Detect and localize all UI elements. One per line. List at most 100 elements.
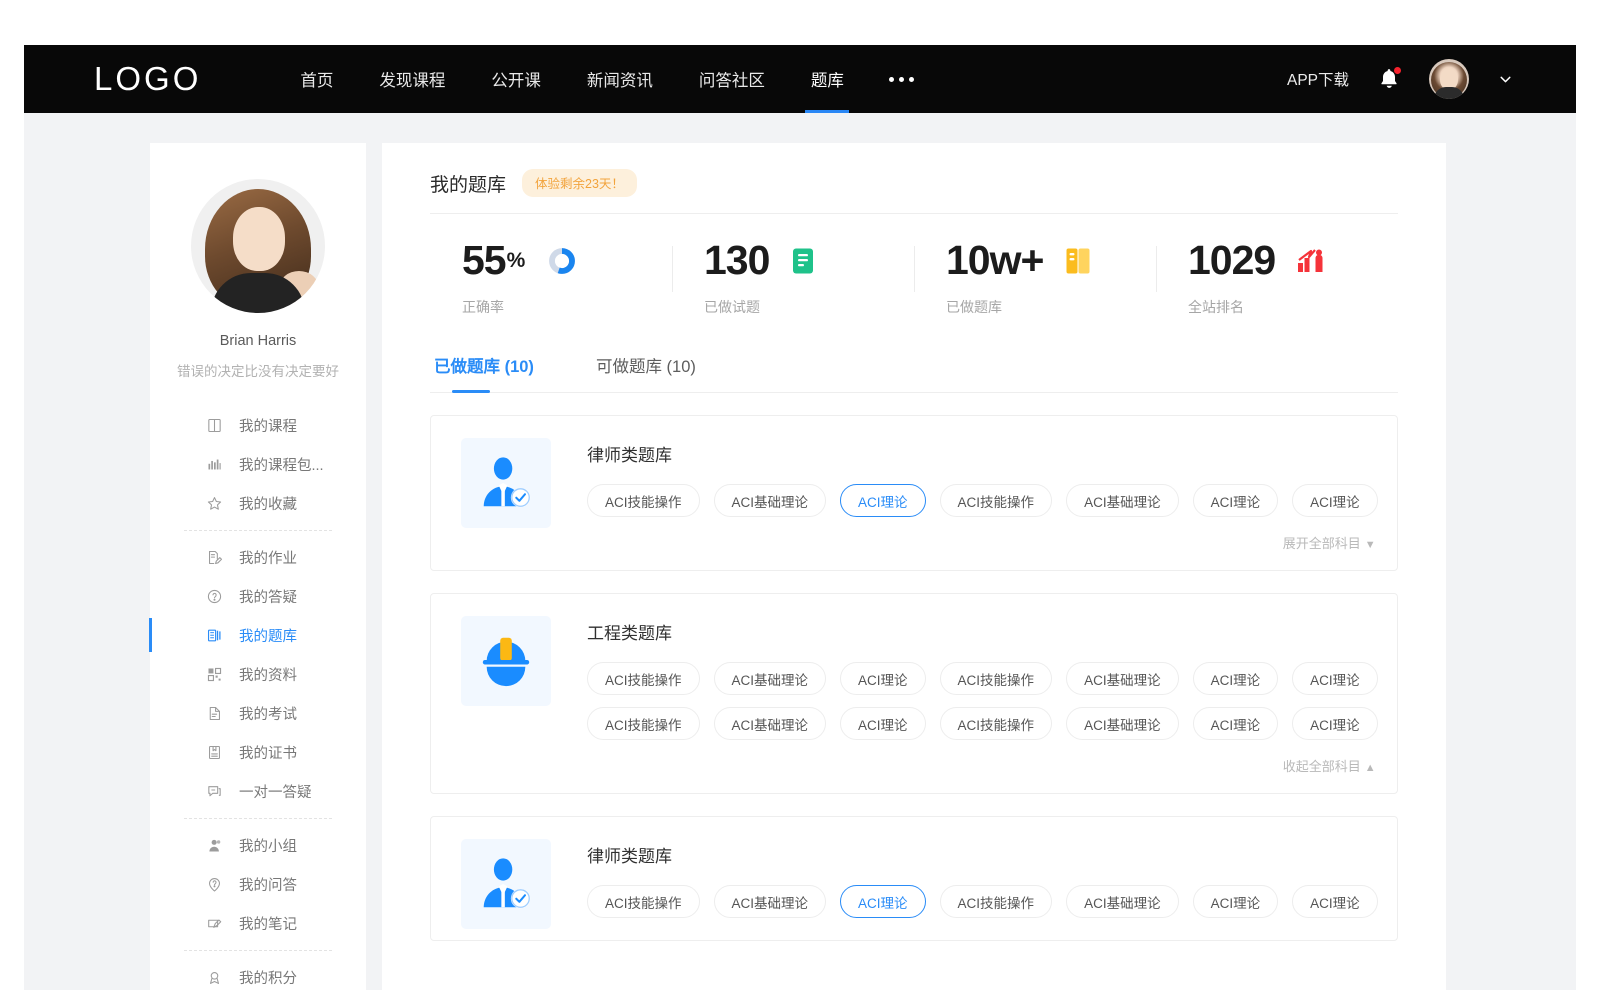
tab-1[interactable]: 已做题库 (10) — [430, 353, 538, 392]
nav-link-1[interactable]: 首页 — [277, 45, 356, 113]
subject-tag[interactable]: ACI技能操作 — [587, 885, 700, 918]
donut-progress-icon — [547, 246, 577, 276]
sidebar-item-7[interactable]: 我的资料 — [150, 655, 366, 694]
tab-2[interactable]: 可做题库 (10) — [592, 353, 700, 392]
nav-link-4[interactable]: 新闻资讯 — [564, 45, 676, 113]
subject-tag[interactable]: ACI理论 — [1292, 707, 1378, 740]
subject-tag-rows: ACI技能操作 ACI基础理论 ACI理论 ACI技能操作 ACI基础理论 ACI理论 AC… — [587, 484, 1378, 517]
expand-subjects-label: 收起全部科目 — [1283, 759, 1361, 774]
star-icon — [206, 495, 223, 512]
sidebar-profile: Brian Harris 错误的决定比没有决定要好 — [150, 179, 366, 380]
subject-tag[interactable]: ACI理论 — [1193, 885, 1279, 918]
subject-tag[interactable]: ACI技能操作 — [587, 662, 700, 695]
subject-tag[interactable]: ACI技能操作 — [940, 707, 1053, 740]
nav-link-5[interactable]: 问答社区 — [676, 45, 788, 113]
stat-label: 已做题库 — [946, 297, 1156, 317]
subject-tag[interactable]: ACI理论 — [1292, 662, 1378, 695]
book-icon — [206, 417, 223, 434]
stat-label: 正确率 — [462, 297, 672, 317]
subject-tag[interactable]: ACI理论 — [840, 707, 926, 740]
avatar-body — [1434, 87, 1464, 99]
profile-avatar[interactable] — [191, 179, 325, 313]
site-logo[interactable]: LOGO — [94, 60, 201, 98]
qr-grid-icon — [206, 666, 223, 683]
expand-subjects-toggle[interactable]: 收起全部科目 ▲ — [587, 752, 1378, 783]
sidebar-item-label: 我的答疑 — [239, 586, 297, 607]
sidebar-item-label: 我的收藏 — [239, 493, 297, 514]
question-bank-title: 工程类题库 — [587, 619, 1378, 644]
sidebar-item-9[interactable]: 我的证书 — [150, 733, 366, 772]
sidebar-item-14[interactable]: 我的积分 — [150, 958, 366, 990]
subject-tag[interactable]: ACI技能操作 — [940, 484, 1053, 517]
sidebar-item-3[interactable]: 我的收藏 — [150, 484, 366, 523]
subject-tag[interactable]: ACI基础理论 — [1066, 484, 1179, 517]
sidebar-item-8[interactable]: 我的考试 — [150, 694, 366, 733]
expand-subjects-toggle[interactable]: 展开全部科目▼ — [587, 529, 1378, 560]
sidebar-item-label: 我的证书 — [239, 742, 297, 763]
note-pencil-icon — [206, 915, 223, 932]
sidebar-item-2[interactable]: 我的课程包... — [150, 445, 366, 484]
avatar[interactable] — [1429, 59, 1469, 99]
subject-tag[interactable]: ACI基础理论 — [1066, 885, 1179, 918]
app-download-link[interactable]: APP下载 — [1287, 68, 1349, 90]
subject-tag[interactable]: ACI基础理论 — [714, 484, 827, 517]
question-bank-card[interactable]: 工程类题库 ACI技能操作 ACI基础理论 ACI理论 ACI技能操作 ACI基础理论 AC… — [430, 593, 1398, 794]
subject-tag[interactable]: ACI理论 — [840, 484, 926, 517]
sidebar-item-6[interactable]: 我的题库 — [150, 616, 366, 655]
subject-tag[interactable]: ACI基础理论 — [714, 662, 827, 695]
nav-link-2[interactable]: 发现课程 — [356, 45, 468, 113]
question-bank-card[interactable]: 律师类题库ACI技能操作ACI基础理论ACI理论ACI技能操作ACI基础理论AC… — [430, 816, 1398, 941]
bar-chart-icon — [206, 456, 223, 473]
notification-bell-button[interactable] — [1377, 66, 1401, 92]
subject-tag[interactable]: ACI技能操作 — [587, 484, 700, 517]
note-pencil-icon — [206, 915, 223, 932]
sidebar-item-12[interactable]: 我的问答 — [150, 865, 366, 904]
sidebar-item-label: 我的课程 — [239, 415, 297, 436]
exam-paper-icon — [206, 705, 223, 722]
question-bank-thumbnail — [461, 616, 551, 706]
subject-tag[interactable]: ACI理论 — [1292, 885, 1378, 918]
sidebar-item-11[interactable]: 我的小组 — [150, 826, 366, 865]
ellipsis-icon[interactable] — [867, 77, 936, 82]
chevron-down-icon[interactable] — [1497, 71, 1514, 88]
chevron-up-icon: ▲ — [1365, 762, 1376, 774]
sidebar-menu: 我的课程我的课程包... 我的收藏我的作业我的答疑我的题库我的资料我的考试我的证书… — [150, 406, 366, 990]
subject-tag[interactable]: ACI基础理论 — [714, 707, 827, 740]
sidebar-item-10[interactable]: 一对一答疑 — [150, 772, 366, 811]
question-bank-card[interactable]: 律师类题库ACI技能操作ACI基础理论ACI理论ACI技能操作ACI基础理论AC… — [430, 415, 1398, 571]
lawyer-verified-icon — [475, 452, 537, 514]
stats-row: 55% 正确率130 已做试题10w+ 已做题库1029 全站排名 — [430, 240, 1398, 323]
stat-card-2: 130 已做试题 — [672, 240, 914, 317]
sidebar-item-label: 我的作业 — [239, 547, 297, 568]
subject-tag[interactable]: ACI理论 — [1193, 484, 1279, 517]
question-bank-title: 律师类题库 — [587, 842, 1378, 867]
bar-chart-icon — [206, 456, 223, 473]
help-location-icon — [206, 876, 223, 893]
subject-tag[interactable]: ACI技能操作 — [587, 707, 700, 740]
sidebar-item-5[interactable]: 我的答疑 — [150, 577, 366, 616]
subject-tag[interactable]: ACI基础理论 — [1066, 707, 1179, 740]
subject-tag[interactable]: ACI理论 — [1193, 662, 1279, 695]
sidebar-item-label: 我的问答 — [239, 874, 297, 895]
subject-tag[interactable]: ACI技能操作 — [940, 662, 1053, 695]
subject-tag[interactable]: ACI理论 — [840, 885, 926, 918]
subject-tag[interactable]: ACI理论 — [1292, 484, 1378, 517]
sidebar-item-13[interactable]: 我的笔记 — [150, 904, 366, 943]
subject-tag[interactable]: ACI技能操作 — [940, 885, 1053, 918]
stat-card-3: 10w+ 已做题库 — [914, 240, 1156, 317]
nav-link-6[interactable]: 题库 — [788, 45, 867, 113]
nav-link-3[interactable]: 公开课 — [468, 45, 564, 113]
sidebar-item-4[interactable]: 我的作业 — [150, 538, 366, 577]
subject-tag[interactable]: ACI理论 — [1193, 707, 1279, 740]
chat-bubble-icon — [206, 783, 223, 800]
subject-tag[interactable]: ACI基础理论 — [1066, 662, 1179, 695]
sidebar-item-1[interactable]: 我的课程 — [150, 406, 366, 445]
subject-tag[interactable]: ACI基础理论 — [714, 885, 827, 918]
stat-label: 已做试题 — [704, 297, 914, 317]
subject-tag-rows: ACI技能操作 ACI基础理论 ACI理论 ACI技能操作 ACI基础理论 ACI理论 AC… — [587, 885, 1378, 918]
points-medal-icon — [206, 969, 223, 986]
subject-tag[interactable]: ACI理论 — [840, 662, 926, 695]
stat-card-4: 1029 全站排名 — [1156, 240, 1398, 317]
stat-value: 1029 — [1188, 240, 1275, 281]
users-icon — [206, 837, 223, 854]
